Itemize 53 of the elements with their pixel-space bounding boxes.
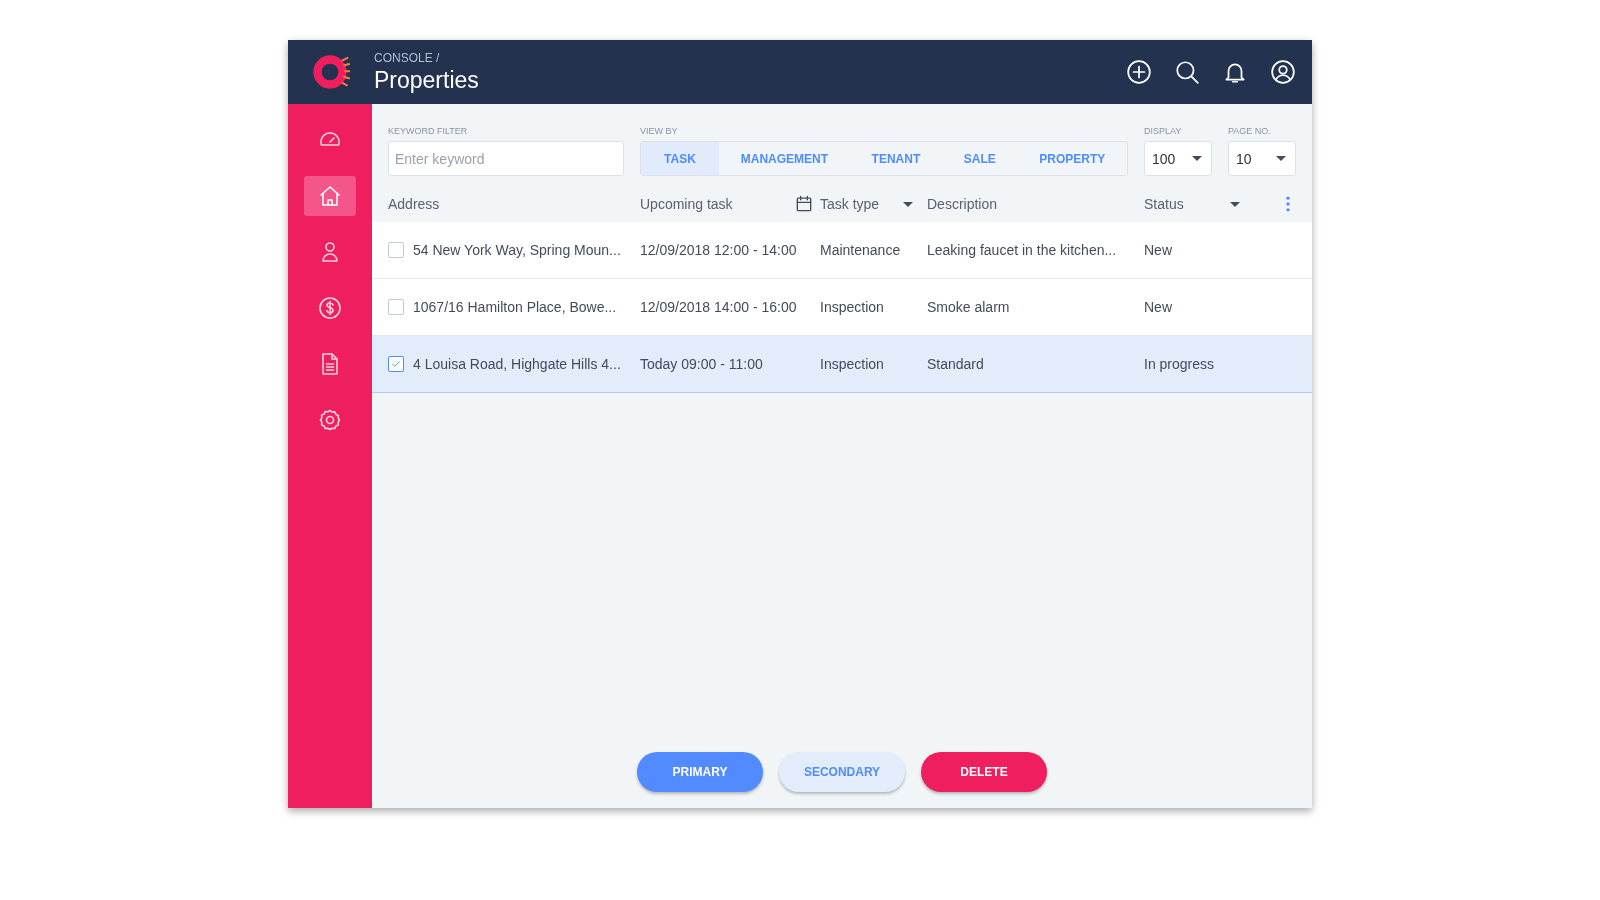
table-cell: New [1144, 299, 1172, 315]
select-field[interactable]: 100 [1144, 141, 1212, 176]
view-tab[interactable]: SALE [942, 142, 1018, 175]
table-cell: In progress [1144, 356, 1215, 372]
table-cell: 12/09/2018 14:00 - 16:00 [640, 299, 797, 315]
sort-caret-icon[interactable] [903, 201, 913, 207]
select-field[interactable]: 10 [1228, 141, 1296, 176]
view-tab[interactable]: TENANT [849, 142, 942, 175]
table-cell: Inspection [820, 299, 884, 315]
view-tab[interactable]: MANAGEMENT [719, 142, 850, 175]
table-cell: Inspection [820, 356, 884, 372]
delete-button[interactable]: DELETE [921, 752, 1047, 792]
column-header: Description [927, 196, 998, 212]
caret-icon [1192, 156, 1202, 161]
keyword-field[interactable]: Enter keyword [388, 141, 624, 176]
sidebar-item[interactable] [304, 176, 356, 216]
primary-button[interactable]: PRIMARY [637, 752, 763, 792]
column-header: Task type [820, 196, 880, 212]
table-cell: Maintenance [820, 242, 901, 258]
dollar-icon [318, 296, 342, 320]
logo-icon [310, 52, 350, 92]
table-cell: New [1144, 242, 1172, 258]
field-label: PAGE NO. [1228, 126, 1272, 136]
table-cell: 12/09/2018 12:00 - 14:00 [640, 242, 797, 258]
table-cell: Smoke alarm [927, 299, 1010, 315]
column-header: Upcoming task [640, 196, 733, 212]
column-header: Status [1144, 196, 1184, 212]
checkbox[interactable] [388, 299, 404, 315]
field-label: KEYWORD FILTER [388, 126, 469, 136]
caret-icon [1276, 156, 1286, 161]
gear-icon [318, 408, 342, 432]
view-tab[interactable]: TASK [641, 142, 719, 175]
home-icon [318, 184, 342, 208]
breadcrumb-link[interactable]: CONSOLE / [374, 50, 479, 65]
column-header: Address [388, 196, 440, 212]
sort-caret-icon[interactable] [1230, 201, 1240, 207]
page-title: Properties [374, 66, 479, 94]
checkbox[interactable] [388, 242, 404, 258]
table-cell: Today 09:00 - 11:00 [640, 356, 763, 372]
table-cell: Standard [927, 356, 984, 372]
secondary-button[interactable]: SECONDARY [779, 752, 905, 792]
table-cell: Leaking faucet in the kitchen... [927, 242, 1117, 258]
checkbox[interactable] [388, 356, 404, 372]
user-icon[interactable] [1270, 59, 1296, 85]
calendar-icon[interactable] [794, 194, 814, 214]
table-cell: 54 New York Way, Spring Moun... [413, 242, 621, 258]
table-cell: 4 Louisa Road, Highgate Hills 4... [413, 356, 621, 372]
field-label: DISPLAY [1144, 126, 1183, 136]
search-icon[interactable] [1174, 59, 1200, 85]
table-cell: 1067/16 Hamilton Place, Bowe... [413, 299, 617, 315]
add-icon[interactable] [1126, 59, 1152, 85]
field-label: VIEW BY [640, 126, 679, 136]
view-tab[interactable]: PROPERTY [1017, 142, 1128, 175]
